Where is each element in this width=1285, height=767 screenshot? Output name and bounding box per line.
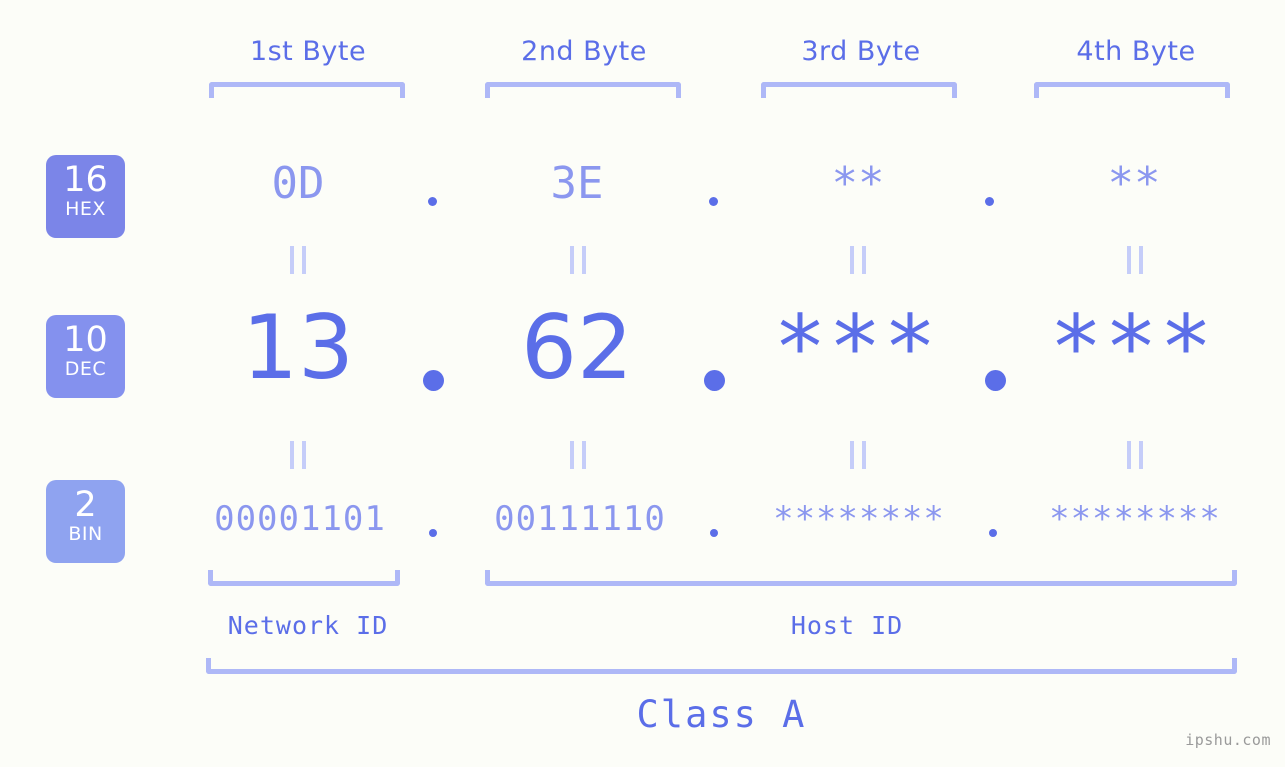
dec-dot-separator-1 (423, 370, 444, 391)
byte-header-4: 4th Byte (1076, 36, 1196, 67)
bin-value-byte-2: 00111110 (494, 499, 666, 539)
radix-badge-dec-number: 10 (63, 320, 108, 360)
byte-bracket-top-1 (209, 82, 405, 98)
bin-dot-separator-3 (989, 529, 997, 537)
equals-mark-dec-bin-2 (570, 441, 586, 469)
dec-dot-separator-2 (704, 370, 725, 391)
byte-header-2: 2nd Byte (521, 36, 647, 67)
equals-mark-dec-bin-4 (1127, 441, 1143, 469)
dec-dot-separator-3 (985, 370, 1006, 391)
network-id-label: Network ID (227, 611, 389, 640)
bin-value-byte-3: ******** (773, 499, 945, 539)
byte-bracket-top-3 (761, 82, 957, 98)
radix-badge-hex-number: 16 (63, 160, 108, 200)
byte-bracket-top-4 (1034, 82, 1230, 98)
host-id-bracket (485, 570, 1237, 586)
dec-value-byte-2: 62 (521, 296, 633, 399)
equals-mark-hex-dec-1 (290, 246, 306, 274)
bin-value-byte-4: ******** (1049, 499, 1221, 539)
byte-header-1: 1st Byte (249, 36, 367, 67)
ip-byte-diagram: 1st Byte 2nd Byte 3rd Byte 4th Byte 16 H… (0, 0, 1285, 767)
host-id-label: Host ID (790, 611, 904, 640)
radix-badge-bin-label: BIN (68, 523, 103, 545)
bin-value-byte-1: 00001101 (214, 499, 386, 539)
dec-value-byte-4: *** (1049, 296, 1215, 399)
radix-badge-dec: 10 DEC (46, 315, 125, 398)
equals-mark-hex-dec-2 (570, 246, 586, 274)
hex-value-byte-3: ** (831, 158, 885, 209)
bin-dot-separator-2 (710, 529, 718, 537)
byte-header-3: 3rd Byte (801, 36, 921, 67)
dec-value-byte-1: 13 (242, 296, 354, 399)
ip-class-label: Class A (636, 693, 807, 736)
hex-dot-separator-1 (428, 197, 437, 206)
radix-badge-hex: 16 HEX (46, 155, 125, 238)
hex-dot-separator-3 (985, 197, 994, 206)
equals-mark-hex-dec-3 (850, 246, 866, 274)
dec-value-byte-3: *** (773, 296, 939, 399)
hex-value-byte-2: 3E (550, 158, 604, 209)
equals-mark-hex-dec-4 (1127, 246, 1143, 274)
network-id-bracket (208, 570, 400, 586)
radix-badge-dec-label: DEC (64, 358, 107, 380)
radix-badge-hex-label: HEX (65, 198, 106, 220)
equals-mark-dec-bin-1 (290, 441, 306, 469)
hex-value-byte-4: ** (1107, 158, 1161, 209)
byte-bracket-top-2 (485, 82, 681, 98)
radix-badge-bin-number: 2 (74, 485, 97, 525)
class-bracket (206, 658, 1237, 674)
hex-value-byte-1: 0D (271, 158, 325, 209)
equals-mark-dec-bin-3 (850, 441, 866, 469)
bin-dot-separator-1 (429, 529, 437, 537)
site-watermark: ipshu.com (1185, 731, 1271, 749)
radix-badge-bin: 2 BIN (46, 480, 125, 563)
hex-dot-separator-2 (709, 197, 718, 206)
